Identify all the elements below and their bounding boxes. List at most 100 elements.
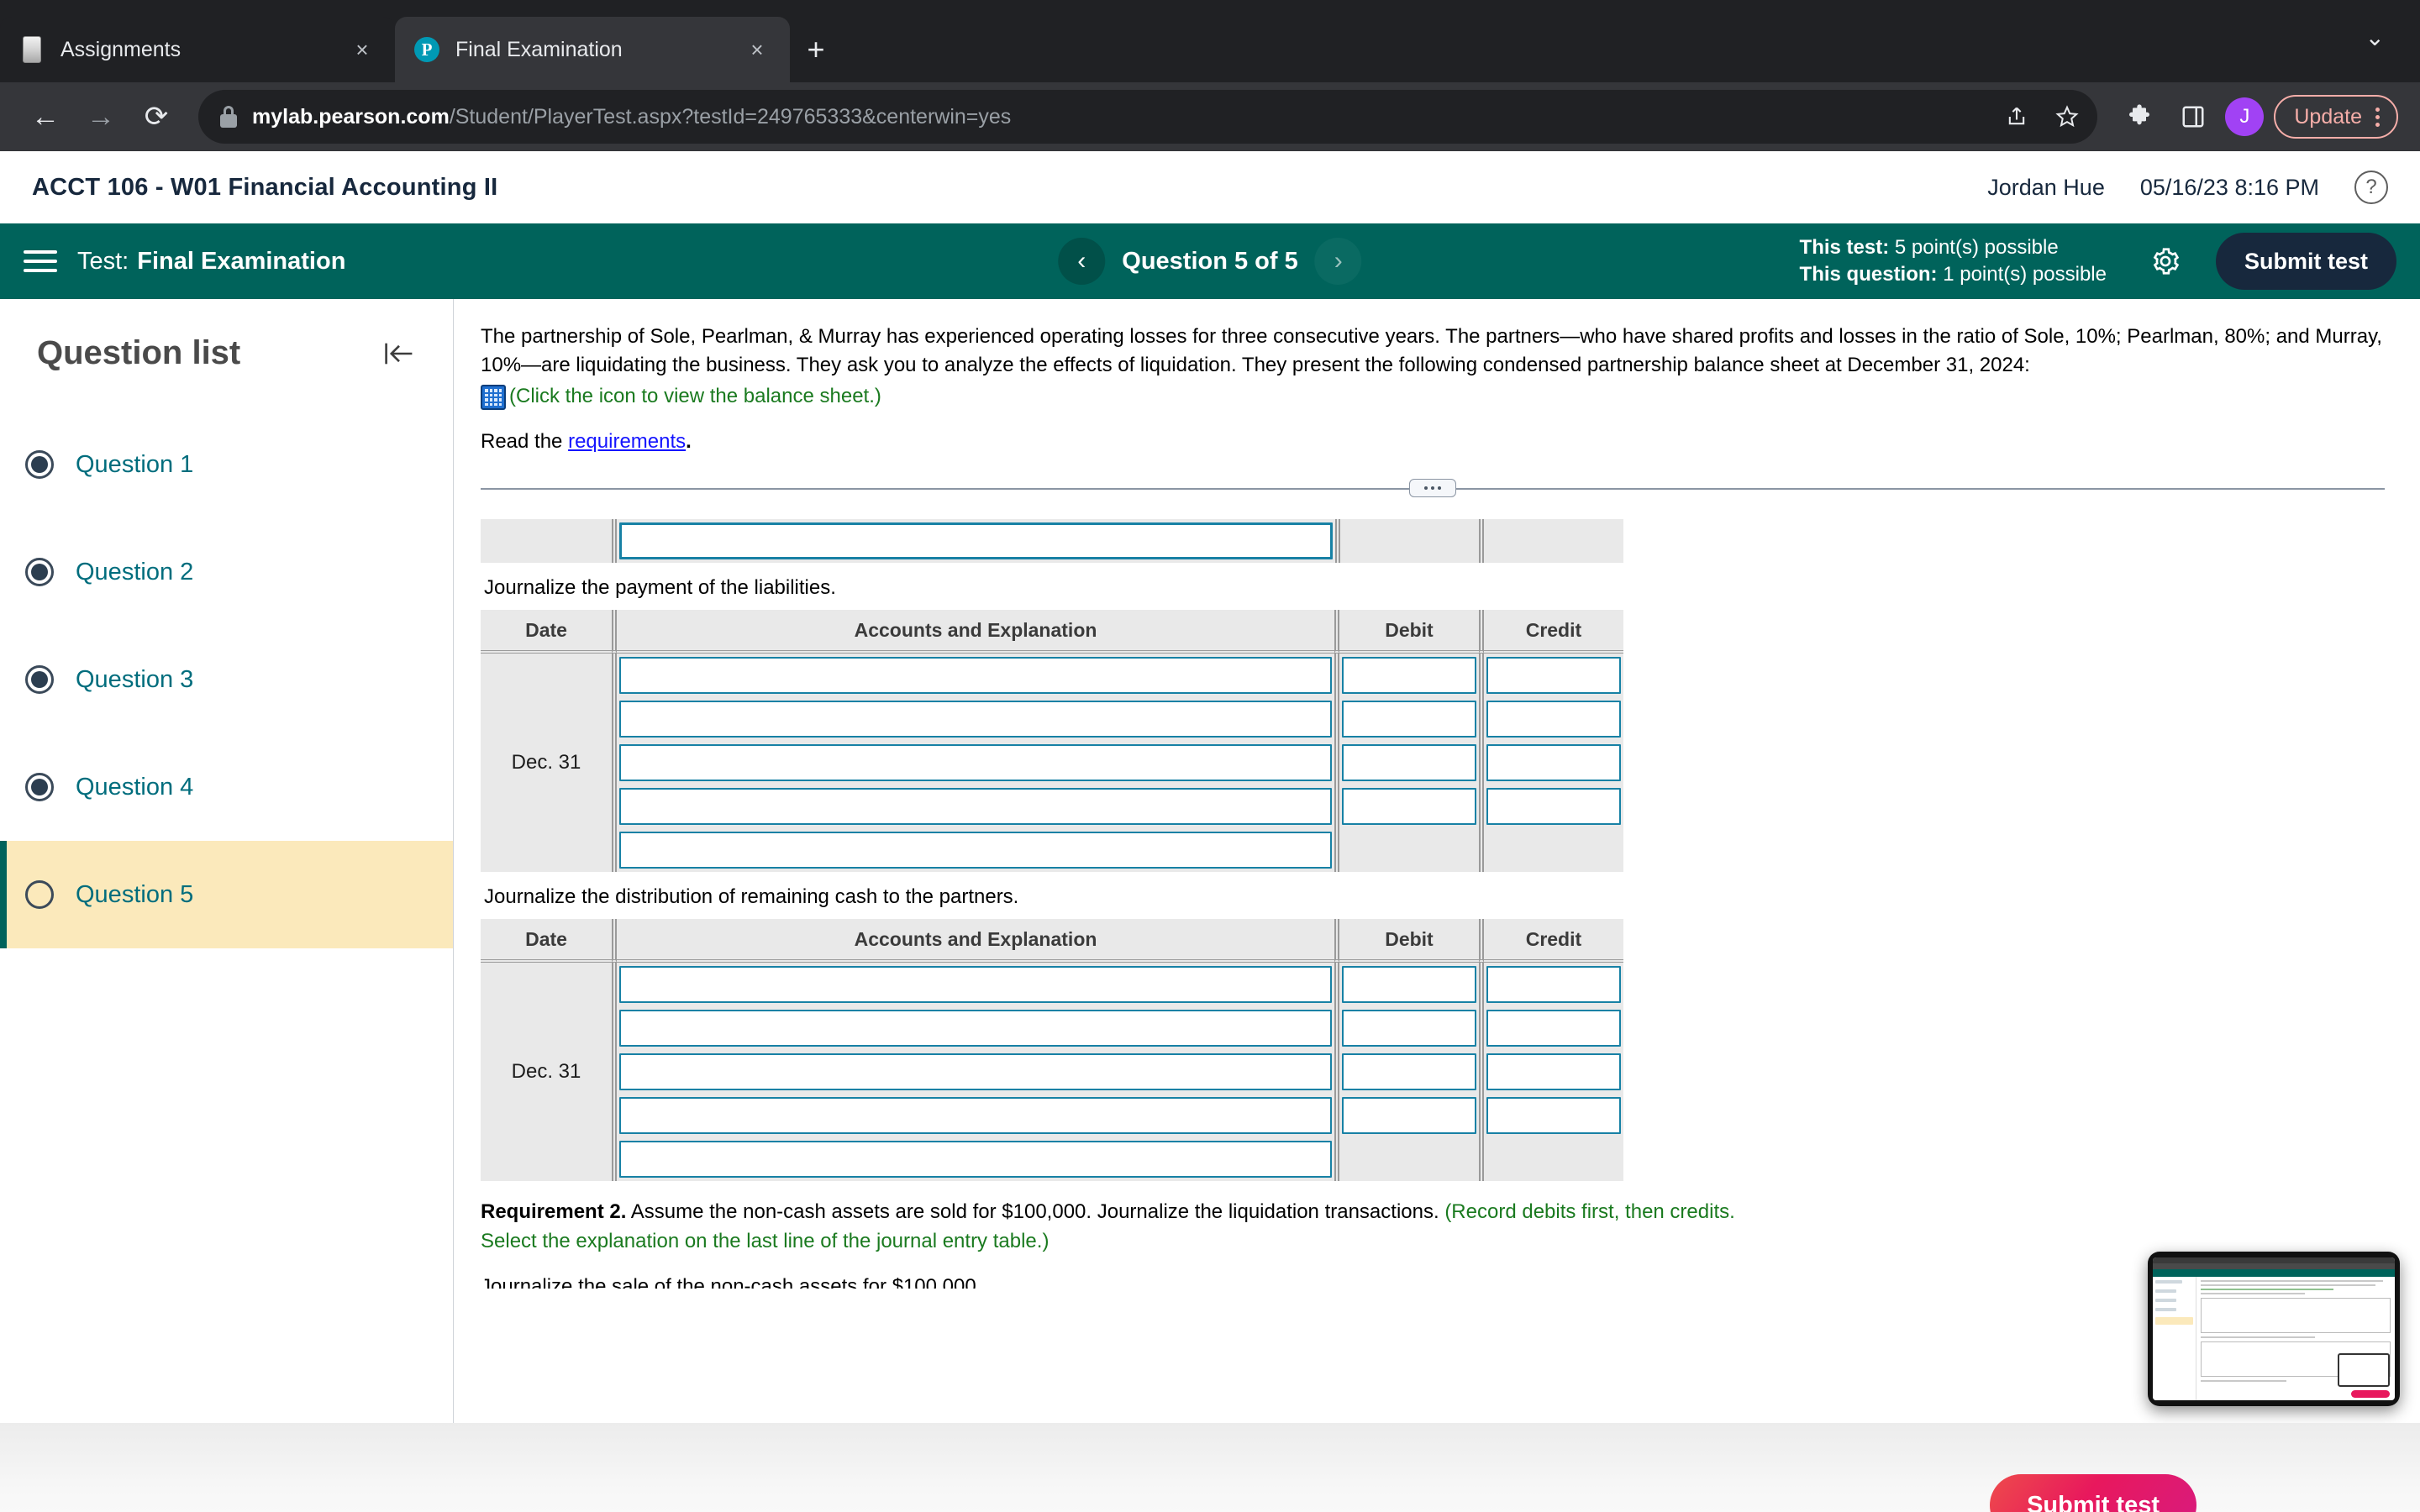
journal-entry-table-scrolled <box>481 519 1623 564</box>
update-label: Update <box>2294 104 2362 129</box>
credit-cell <box>1483 1050 1623 1095</box>
back-button[interactable]: ← <box>22 93 69 140</box>
explanation-input[interactable] <box>619 832 1333 869</box>
credit-cell <box>1483 1137 1623 1182</box>
credit-input[interactable] <box>1486 966 1621 1004</box>
credit-input[interactable] <box>1486 701 1621 738</box>
help-icon[interactable]: ? <box>2354 171 2388 204</box>
accounts-input[interactable] <box>619 788 1333 826</box>
debit-cell <box>1339 828 1479 873</box>
question-prompt: The partnership of Sole, Pearlman, & Mur… <box>481 325 2382 377</box>
debit-cell <box>1339 519 1480 564</box>
avatar[interactable]: J <box>2225 97 2265 136</box>
close-icon[interactable]: × <box>348 37 376 63</box>
sidebar-item-question-3[interactable]: Question 3 <box>0 626 453 733</box>
table-row: Dec. 31 <box>481 654 1623 873</box>
accounts-input[interactable] <box>619 1053 1333 1091</box>
sidebar-item-label: Question 1 <box>76 450 194 478</box>
menu-hamburger-icon[interactable] <box>24 245 57 277</box>
journal-entry-table-distribution: Date Accounts and Explanation Debit Cred… <box>481 919 1623 1182</box>
credit-cell <box>1483 697 1623 742</box>
forward-button[interactable]: → <box>77 93 124 140</box>
tab-title: Assignments <box>60 37 182 61</box>
reload-button[interactable]: ⟳ <box>133 93 180 140</box>
next-question-button[interactable]: › <box>1314 238 1362 285</box>
accounts-input[interactable] <box>619 966 1333 1004</box>
column-header-accounts: Accounts and Explanation <box>617 610 1335 654</box>
debit-input[interactable] <box>1342 744 1476 782</box>
requirements-link[interactable]: requirements <box>568 430 686 453</box>
submit-test-button-bottom[interactable]: Submit test <box>1990 1474 2196 1512</box>
accounts-cell <box>617 741 1335 785</box>
debit-input[interactable] <box>1342 657 1476 695</box>
accounts-input[interactable] <box>619 657 1333 695</box>
pip-nested-preview <box>2338 1353 2390 1387</box>
question-status-icon <box>25 558 54 586</box>
debit-cell <box>1339 785 1479 829</box>
accounts-input[interactable] <box>619 744 1333 782</box>
submit-test-button-top[interactable]: Submit test <box>2215 233 2396 290</box>
new-tab-button[interactable]: + <box>790 17 842 82</box>
debit-input[interactable] <box>1342 788 1476 826</box>
panel-resize-divider[interactable] <box>481 479 2385 498</box>
question-navigation: ‹ Question 5 of 5 › <box>1058 238 1362 285</box>
browser-toolbar: ← → ⟳ mylab.pearson.com/Student/PlayerTe… <box>0 82 2420 151</box>
debit-input[interactable] <box>1342 1097 1476 1135</box>
page-title: ACCT 106 - W01 Financial Accounting II <box>32 173 498 201</box>
points-question-label: This question: <box>1799 263 1938 286</box>
resize-handle-icon[interactable] <box>1409 479 1456 498</box>
credit-input[interactable] <box>1486 1053 1621 1091</box>
credit-input[interactable] <box>1486 657 1621 695</box>
accounts-cell <box>617 654 1335 698</box>
url-text: mylab.pearson.com/Student/PlayerTest.asp… <box>252 105 1011 129</box>
credit-cell <box>1483 828 1623 873</box>
requirement-body: Assume the non-cash assets are sold for … <box>626 1200 1445 1224</box>
date-cell <box>481 519 612 564</box>
sidebar-panel-icon[interactable] <box>2171 95 2215 139</box>
credit-input[interactable] <box>1486 1097 1621 1135</box>
extensions-puzzle-icon[interactable] <box>2118 95 2161 139</box>
explanation-input[interactable] <box>619 1141 1333 1179</box>
credit-input[interactable] <box>1486 1010 1621 1047</box>
previous-question-button[interactable]: ‹ <box>1058 238 1106 285</box>
browser-menu-icon[interactable] <box>2370 107 2385 127</box>
collapse-panel-icon[interactable] <box>382 339 416 368</box>
browser-tab-final-examination[interactable]: P Final Examination × <box>395 17 790 82</box>
table-row <box>481 697 1623 742</box>
accounts-cell <box>617 963 1335 1007</box>
bookmark-star-icon[interactable] <box>2045 95 2089 139</box>
debit-cell <box>1339 1094 1479 1138</box>
sidebar-item-question-2[interactable]: Question 2 <box>0 518 453 626</box>
close-icon[interactable]: × <box>743 37 771 63</box>
share-icon[interactable] <box>1995 95 2039 139</box>
accounts-input[interactable] <box>619 1010 1333 1047</box>
question-content: The partnership of Sole, Pearlman, & Mur… <box>454 299 2420 1423</box>
sidebar-item-question-1[interactable]: Question 1 <box>0 411 453 518</box>
document-icon <box>18 35 45 64</box>
debit-input[interactable] <box>1342 1010 1476 1047</box>
sidebar-item-question-4[interactable]: Question 4 <box>0 733 453 841</box>
browser-tab-assignments[interactable]: Assignments × <box>0 17 395 82</box>
chevron-down-icon[interactable]: ⌄ <box>2365 24 2385 51</box>
view-balance-sheet-link[interactable]: (Click the icon to view the balance shee… <box>509 385 881 408</box>
gear-icon[interactable] <box>2145 241 2186 281</box>
debit-input[interactable] <box>1342 1053 1476 1091</box>
accounts-input[interactable] <box>619 1097 1333 1135</box>
debit-input[interactable] <box>1342 701 1476 738</box>
debit-input[interactable] <box>1342 966 1476 1004</box>
picture-in-picture-video[interactable] <box>2148 1252 2400 1406</box>
credit-cell <box>1483 1006 1623 1051</box>
update-button[interactable]: Update <box>2274 95 2398 139</box>
debit-cell <box>1339 697 1479 742</box>
accounts-input[interactable] <box>619 701 1333 738</box>
sidebar-item-question-5[interactable]: Question 5 <box>0 841 453 948</box>
spreadsheet-icon[interactable] <box>481 385 506 411</box>
table-header-row: Date Accounts and Explanation Debit Cred… <box>481 919 1623 963</box>
credit-input[interactable] <box>1486 744 1621 782</box>
credit-input[interactable] <box>1486 788 1621 826</box>
lock-icon <box>220 106 237 128</box>
accounts-cell <box>617 1050 1335 1095</box>
address-bar[interactable]: mylab.pearson.com/Student/PlayerTest.asp… <box>198 90 2098 144</box>
pearson-icon: P <box>413 35 440 64</box>
accounts-input[interactable] <box>618 522 1333 560</box>
